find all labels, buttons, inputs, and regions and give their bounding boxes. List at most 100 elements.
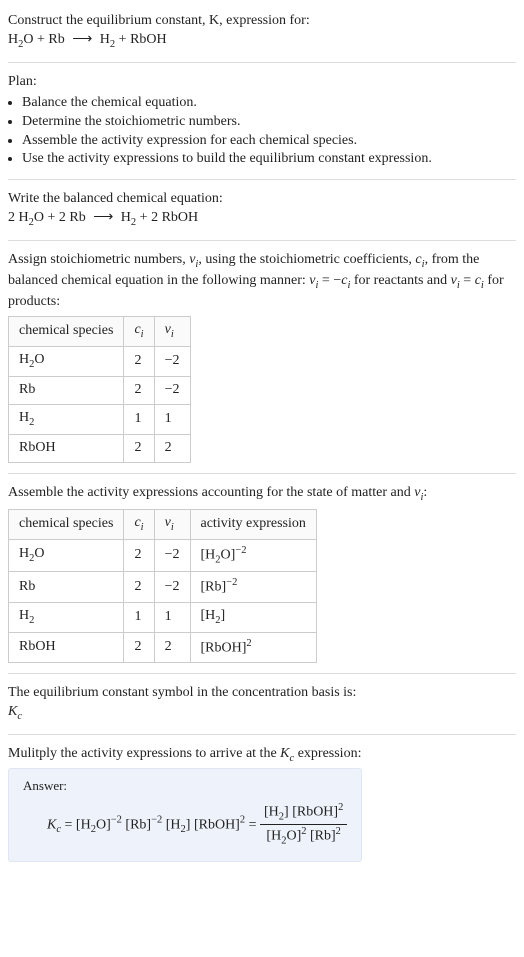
text: = −	[318, 273, 341, 288]
text: [RbOH]	[194, 817, 240, 832]
col-c: ci	[124, 509, 154, 539]
text: :	[423, 485, 427, 500]
text: H	[19, 608, 29, 623]
species-tail: O + Rb	[23, 32, 64, 47]
cell-c: 2	[124, 434, 154, 462]
list-item: Assemble the activity expression for eac…	[22, 132, 516, 151]
divider	[8, 179, 516, 180]
cell-activity: [Rb]−2	[190, 572, 316, 603]
superscript: −2	[235, 545, 246, 556]
k-symbol: K	[280, 746, 289, 761]
cell-v: 2	[154, 434, 190, 462]
text: , using the stoichiometric coefficients,	[198, 252, 415, 267]
arrow-icon: ⟶	[89, 209, 117, 228]
cell-species: H2	[9, 602, 124, 632]
symbol-section: The equilibrium constant symbol in the c…	[8, 678, 516, 730]
table-header-row: chemical species ci νi	[9, 317, 191, 347]
species: H	[8, 32, 18, 47]
cell-species: RbOH	[9, 632, 124, 663]
cell-activity: [H2]	[190, 602, 316, 632]
superscript: 2	[336, 826, 341, 837]
text: Rb	[19, 382, 35, 397]
text: Assemble the activity expressions accoun…	[8, 485, 414, 500]
cell-species: Rb	[9, 376, 124, 404]
cell-v: −2	[154, 572, 190, 603]
multiply-section: Mulitply the activity expressions to arr…	[8, 739, 516, 868]
multiply-line: Mulitply the activity expressions to arr…	[8, 745, 516, 766]
table-header-row: chemical species ci νi activity expressi…	[9, 509, 317, 539]
text: [Rb]	[201, 580, 227, 595]
plan-section: Plan: Balance the chemical equation. Det…	[8, 67, 516, 175]
cell-species: H2O	[9, 539, 124, 572]
intro-line: Construct the equilibrium constant, K, e…	[8, 12, 516, 31]
text: H	[19, 352, 29, 367]
species: 2 H	[8, 210, 29, 225]
activity-text: Assemble the activity expressions accoun…	[8, 484, 516, 505]
text: [H	[76, 817, 91, 832]
divider	[8, 62, 516, 63]
cell-c: 2	[124, 632, 154, 663]
divider	[8, 240, 516, 241]
cell-species: H2	[9, 404, 124, 434]
superscript: 2	[338, 802, 343, 813]
plan-list: Balance the chemical equation. Determine…	[8, 94, 516, 170]
cell-c: 2	[124, 539, 154, 572]
text: [Rb]	[306, 829, 335, 844]
text: [H	[201, 547, 216, 562]
text: [H	[201, 608, 216, 623]
superscript: −2	[111, 814, 122, 825]
text: RbOH	[19, 440, 56, 455]
col-c: ci	[124, 317, 154, 347]
superscript: 2	[246, 638, 251, 649]
cell-species: Rb	[9, 572, 124, 603]
divider	[8, 673, 516, 674]
text: =	[61, 817, 76, 832]
k-symbol: K	[47, 817, 56, 832]
stoich-text: Assign stoichiometric numbers, νi, using…	[8, 251, 516, 312]
subscript: i	[141, 329, 144, 340]
text: H	[19, 410, 29, 425]
symbol-line: The equilibrium constant symbol in the c…	[8, 684, 516, 703]
subscript: i	[141, 521, 144, 532]
activity-section: Assemble the activity expressions accoun…	[8, 478, 516, 670]
plan-title: Plan:	[8, 73, 516, 92]
text: =	[245, 817, 260, 832]
text: [RbOH]	[201, 640, 247, 655]
table-row: H2O 2 −2	[9, 346, 191, 376]
superscript: −2	[151, 814, 162, 825]
cell-species: H2O	[9, 346, 124, 376]
species-tail: O + 2 Rb	[34, 210, 86, 225]
text: Assign stoichiometric numbers,	[8, 252, 189, 267]
text: [H	[166, 817, 181, 832]
cell-c: 1	[124, 404, 154, 434]
intro-equation: H2O + Rb ⟶ H2 + RbOH	[8, 31, 516, 52]
text: [H	[264, 804, 279, 819]
text: O	[34, 546, 44, 561]
table-row: RbOH 2 2 [RbOH]2	[9, 632, 317, 663]
text: expression:	[294, 746, 361, 761]
kc-symbol: Kc	[8, 703, 516, 724]
subscript: c	[17, 711, 22, 722]
balanced-title: Write the balanced chemical equation:	[8, 190, 516, 209]
species-tail: + 2 RbOH	[136, 210, 198, 225]
cell-species: RbOH	[9, 434, 124, 462]
stoich-table: chemical species ci νi H2O 2 −2 Rb 2 −2 …	[8, 316, 191, 463]
cell-c: 2	[124, 572, 154, 603]
list-item: Determine the stoichiometric numbers.	[22, 113, 516, 132]
cell-c: 2	[124, 346, 154, 376]
cell-v: −2	[154, 376, 190, 404]
table-row: H2 1 1	[9, 404, 191, 434]
cell-activity: [RbOH]2	[190, 632, 316, 663]
table-row: H2 1 1 [H2]	[9, 602, 317, 632]
text: O]	[286, 829, 301, 844]
text: [Rb]	[125, 817, 151, 832]
cell-v: 1	[154, 404, 190, 434]
species: H	[121, 210, 131, 225]
cell-c: 2	[124, 376, 154, 404]
list-item: Use the activity expressions to build th…	[22, 150, 516, 169]
k-symbol: K	[8, 704, 17, 719]
subscript: 2	[29, 615, 34, 626]
list-item: Balance the chemical equation.	[22, 94, 516, 113]
cell-activity: [H2O]−2	[190, 539, 316, 572]
cell-v: −2	[154, 539, 190, 572]
